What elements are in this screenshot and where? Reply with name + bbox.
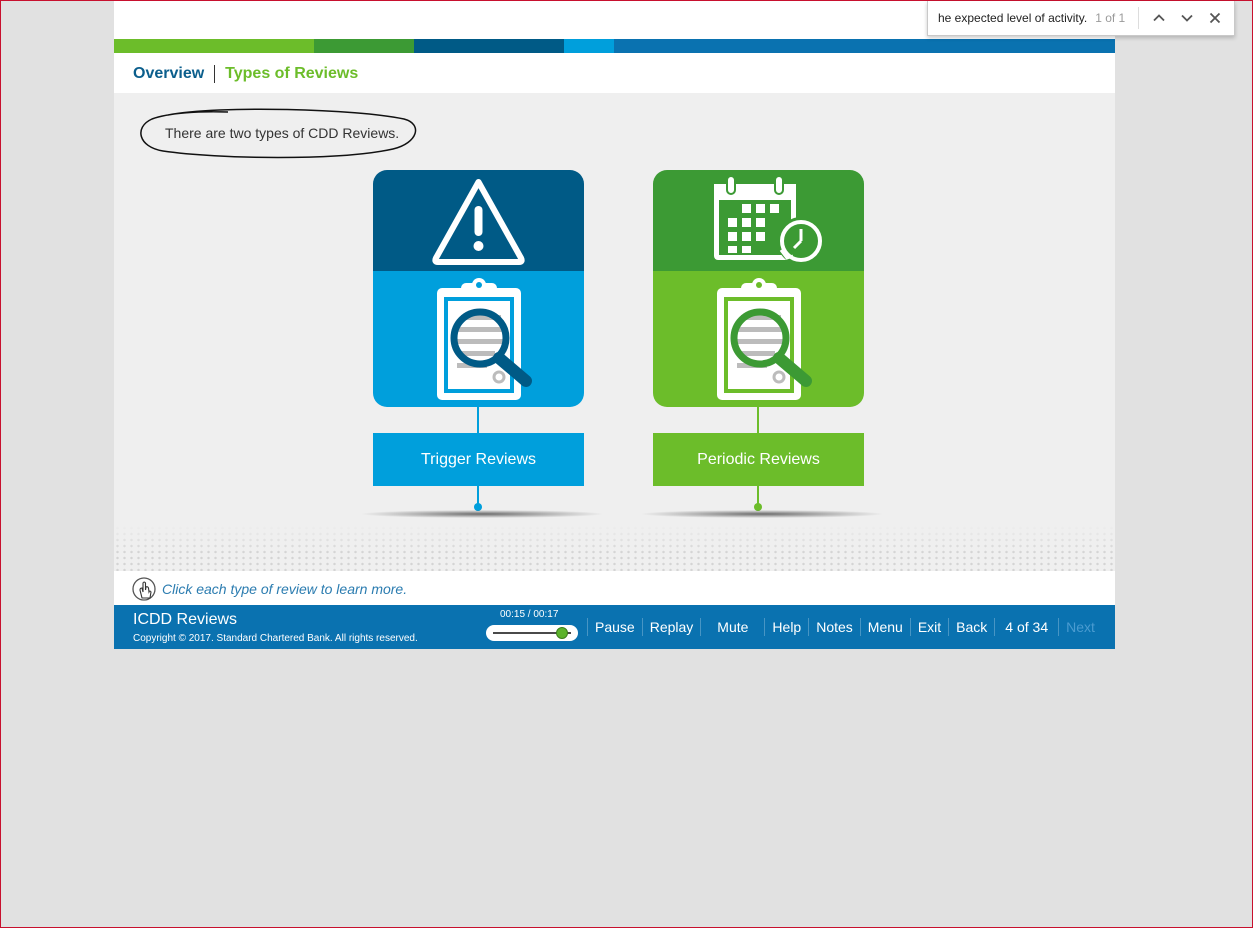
clipboard-magnifier-icon [717, 278, 812, 400]
mute-button[interactable]: Mute [701, 619, 764, 635]
find-in-page-bar: he expected level of activity. 1 of 1 [927, 1, 1235, 36]
card-stem [757, 407, 759, 433]
breadcrumb-overview[interactable]: Overview [133, 65, 204, 83]
exit-button[interactable]: Exit [911, 619, 948, 635]
bar-segment [564, 39, 614, 53]
calendar-clock-icon [714, 175, 825, 265]
instruction-text: Click each type of review to learn more. [162, 580, 408, 597]
intro-text: There are two types of CDD Reviews. [165, 125, 400, 141]
copyright-text: Copyright © 2017. Standard Chartered Ban… [133, 633, 418, 644]
find-previous-button[interactable] [1145, 4, 1173, 32]
menu-button[interactable]: Menu [861, 619, 910, 635]
card-bottom [373, 271, 584, 407]
page-counter: 4 of 34 [1005, 619, 1049, 635]
card-stem [477, 486, 479, 504]
dotted-floor [114, 525, 1115, 571]
card-bottom [653, 271, 864, 407]
hand-click-icon [132, 576, 156, 601]
bar-segment [314, 39, 414, 53]
chevron-down-icon [1181, 14, 1193, 22]
card-top [373, 170, 584, 271]
time-readout: 00:15 / 00:17 [500, 609, 559, 620]
card-stem [477, 407, 479, 433]
periodic-reviews-button[interactable]: Periodic Reviews [653, 433, 864, 486]
separator [1138, 7, 1140, 29]
next-button[interactable]: Next [1059, 619, 1102, 635]
course-title: ICDD Reviews [133, 611, 238, 628]
periodic-reviews-card[interactable]: Periodic Reviews [653, 170, 864, 516]
breadcrumb-separator [214, 65, 216, 83]
back-button[interactable]: Back [949, 619, 994, 635]
pause-button[interactable]: Pause [588, 619, 642, 635]
slide-stage: There are two types of CDD Reviews. Trig… [114, 93, 1115, 571]
intro-callout: There are two types of CDD Reviews. [138, 107, 417, 159]
bar-segment [414, 39, 564, 53]
find-input[interactable]: he expected level of activity. [938, 11, 1087, 25]
breadcrumb: Overview Types of Reviews [133, 63, 358, 85]
find-match-count: 1 of 1 [1095, 11, 1126, 25]
chevron-up-icon [1153, 14, 1165, 22]
find-close-button[interactable] [1201, 4, 1229, 32]
notes-button[interactable]: Notes [809, 619, 860, 635]
player-controls: Pause Replay Mute Help Notes Menu Exit B… [587, 605, 1102, 649]
trigger-reviews-button[interactable]: Trigger Reviews [373, 433, 584, 486]
warning-triangle-icon [432, 179, 525, 265]
replay-button[interactable]: Replay [643, 619, 701, 635]
card-shadow [362, 510, 602, 518]
progress-color-bar [114, 39, 1115, 53]
bar-segment [614, 39, 1115, 53]
find-next-button[interactable] [1173, 4, 1201, 32]
player-footer: ICDD Reviews Copyright © 2017. Standard … [114, 605, 1115, 649]
bar-segment [114, 39, 314, 53]
playback-slider[interactable] [486, 625, 578, 641]
slider-thumb[interactable] [555, 627, 568, 639]
clipboard-magnifier-icon [437, 278, 532, 400]
close-icon [1210, 12, 1221, 24]
card-stem [757, 486, 759, 504]
instruction-bar: Click each type of review to learn more. [114, 572, 1115, 605]
course-player: Overview Types of Reviews There are two … [114, 1, 1115, 649]
breadcrumb-current: Types of Reviews [225, 65, 359, 82]
card-shadow [642, 510, 882, 518]
trigger-reviews-card[interactable]: Trigger Reviews [373, 170, 584, 516]
card-top [653, 170, 864, 271]
help-button[interactable]: Help [765, 619, 808, 635]
